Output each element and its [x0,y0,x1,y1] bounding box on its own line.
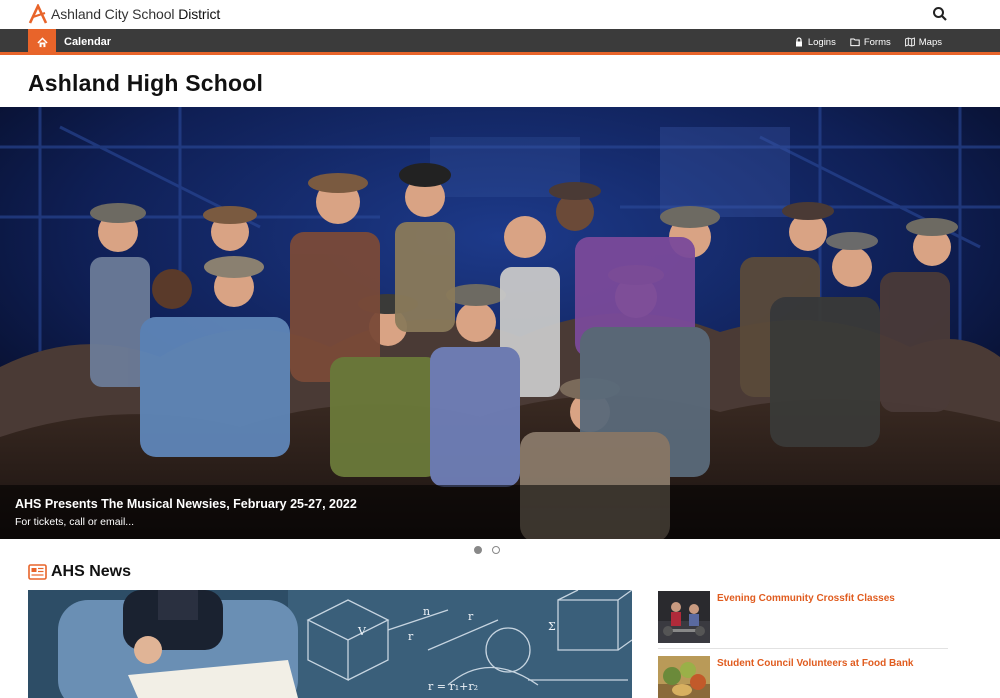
lock-icon [795,37,802,47]
crossfit-photo [658,591,710,643]
svg-text:V: V [357,625,367,638]
svg-text:r = r₁+r₂: r = r₁+r₂ [428,680,478,693]
svg-text:r: r [408,630,414,643]
slider-pagination [474,546,500,554]
folder-icon [850,38,860,47]
news-thumbnail[interactable] [658,591,710,643]
hero-caption-subtitle: For tickets, call or email... [15,516,135,528]
news-item[interactable]: Evening Community Crossfit Classes [658,591,948,643]
news-section-header: AHS News [28,563,131,581]
district-logo[interactable]: Ashland City School District [28,4,220,24]
hero-caption[interactable]: AHS Presents The Musical Newsies, Februa… [0,485,1000,539]
slider-dot-1[interactable] [474,546,482,554]
nav-maps-label: Maps [918,36,942,48]
home-icon [36,36,48,47]
news-thumbnail[interactable] [658,656,710,698]
news-item-title[interactable]: Evening Community Crossfit Classes [717,593,895,643]
nav-forms-label: Forms [863,36,891,48]
food-bank-photo [658,656,710,698]
featured-news-image[interactable]: r n r V r = r₁+r₂ Σ [28,590,632,698]
hero-image [0,107,1000,539]
nav-logins-label: Logins [807,36,836,48]
news-section-title: AHS News [51,563,132,580]
nav-maps[interactable]: Maps [904,36,942,48]
nav-calendar[interactable]: Calendar [64,29,111,55]
svg-text:Σ: Σ [548,620,556,633]
slider-dot-2[interactable] [492,546,500,554]
hero-slider[interactable]: AHS Presents The Musical Newsies, Februa… [0,107,1000,539]
nav-logins[interactable]: Logins [794,37,836,48]
main-nav: Calendar Logins Forms Maps [0,29,1000,55]
search-button[interactable] [932,6,948,22]
brand-name-bold: District [178,6,221,22]
news-divider [658,648,948,649]
hero-caption-title[interactable]: AHS Presents The Musical Newsies, Februa… [15,497,357,511]
svg-text:n: n [423,605,430,618]
home-button[interactable] [28,29,56,55]
brand-name: Ashland City School [51,6,175,22]
news-item-title[interactable]: Student Council Volunteers at Food Bank [717,658,914,698]
newspaper-icon [28,564,47,580]
logo-mark-icon [28,4,48,24]
search-icon [933,7,947,21]
brand-bar: Ashland City School District [0,0,1000,29]
news-item[interactable]: Student Council Volunteers at Food Bank [658,656,948,698]
page-title: Ashland High School [28,70,264,96]
map-icon [904,37,915,47]
chalkboard-photo: r n r V r = r₁+r₂ Σ [28,590,632,698]
nav-forms[interactable]: Forms [850,37,891,48]
svg-text:r: r [468,610,474,623]
